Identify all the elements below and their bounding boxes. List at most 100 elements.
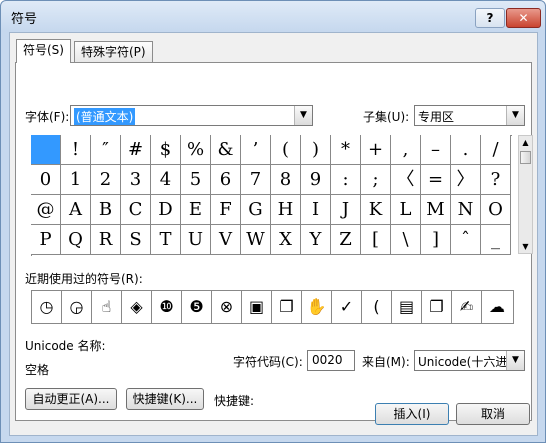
symbol-cell[interactable]: J xyxy=(331,195,361,225)
symbol-cell[interactable]: 0 xyxy=(31,165,61,195)
symbol-cell[interactable]: N xyxy=(451,195,481,225)
symbol-cell[interactable]: S xyxy=(121,225,151,255)
symbol-cell[interactable]: X xyxy=(271,225,301,255)
symbol-cell[interactable]: 〈 xyxy=(391,165,421,195)
recent-symbol[interactable]: ❺ xyxy=(182,291,212,323)
chevron-down-icon[interactable]: ▼ xyxy=(294,106,312,125)
symbol-cell[interactable]: ) xyxy=(301,135,331,165)
symbol-cell[interactable]: = xyxy=(421,165,451,195)
symbol-cell[interactable]: Z xyxy=(331,225,361,255)
symbol-cell[interactable]: 8 xyxy=(271,165,301,195)
cancel-button[interactable]: 取消 xyxy=(456,403,530,425)
tab-special-characters[interactable]: 特殊字符(P) xyxy=(74,41,153,63)
recent-symbol[interactable]: ✍ xyxy=(452,291,482,323)
symbol-cell[interactable]: [ xyxy=(361,225,391,255)
recent-symbol[interactable]: ◈ xyxy=(122,291,152,323)
symbol-cell[interactable]: ? xyxy=(481,165,511,195)
chevron-down-icon[interactable]: ▼ xyxy=(506,106,524,125)
symbol-cell[interactable]: L xyxy=(391,195,421,225)
symbol-cell[interactable]: # xyxy=(121,135,151,165)
symbol-cell[interactable]: ″ xyxy=(91,135,121,165)
insert-button[interactable]: 插入(I) xyxy=(375,403,449,425)
autocorrect-button[interactable]: 自动更正(A)... xyxy=(25,388,117,410)
symbol-cell[interactable]: \ xyxy=(391,225,421,255)
symbol-cell[interactable]: W xyxy=(241,225,271,255)
symbol-cell[interactable]: P xyxy=(31,225,61,255)
symbol-cell[interactable]: K xyxy=(361,195,391,225)
scroll-up-icon[interactable]: ▲ xyxy=(519,136,532,149)
recent-symbol[interactable]: ▤ xyxy=(392,291,422,323)
recent-symbol[interactable]: ✓ xyxy=(332,291,362,323)
symbol-cell[interactable]: . xyxy=(451,135,481,165)
symbol-dialog: 符号 ? ✕ 符号(S) 特殊字符(P) 字体(F): (普通文本) ▼ 子集(… xyxy=(0,0,546,443)
symbol-cell[interactable]: 9 xyxy=(301,165,331,195)
chevron-down-icon[interactable]: ▼ xyxy=(506,351,524,370)
symbol-cell[interactable]: _ xyxy=(481,225,511,255)
symbol-cell[interactable]: 4 xyxy=(151,165,181,195)
help-button[interactable]: ? xyxy=(475,8,505,28)
recent-symbol[interactable]: ❐ xyxy=(422,291,452,323)
symbol-cell[interactable]: R xyxy=(91,225,121,255)
symbol-cell[interactable]: Q xyxy=(61,225,91,255)
symbol-cell[interactable]: 5 xyxy=(181,165,211,195)
symbol-cell[interactable]: + xyxy=(361,135,391,165)
symbol-cell[interactable]: : xyxy=(331,165,361,195)
symbol-cell[interactable]: B xyxy=(91,195,121,225)
symbol-cell[interactable]: 1 xyxy=(61,165,91,195)
symbol-cell[interactable]: ! xyxy=(61,135,91,165)
symbol-cell[interactable]: D xyxy=(151,195,181,225)
symbol-cell[interactable]: 6 xyxy=(211,165,241,195)
symbol-cell[interactable]: E xyxy=(181,195,211,225)
tab-symbols[interactable]: 符号(S) xyxy=(16,39,71,63)
symbol-cell[interactable]: ˆ xyxy=(451,225,481,255)
recent-symbol[interactable]: ◷ xyxy=(32,291,62,323)
symbol-cell[interactable]: – xyxy=(421,135,451,165)
shortcut-key-button[interactable]: 快捷键(K)... xyxy=(126,388,204,410)
symbol-cell[interactable]: ; xyxy=(361,165,391,195)
scroll-down-icon[interactable]: ▼ xyxy=(519,240,532,253)
symbol-cell[interactable] xyxy=(31,135,61,165)
symbol-cell[interactable]: , xyxy=(391,135,421,165)
symbol-cell[interactable]: ] xyxy=(421,225,451,255)
recent-symbol[interactable]: ( xyxy=(362,291,392,323)
symbol-cell[interactable]: % xyxy=(181,135,211,165)
recent-symbol[interactable]: ❿ xyxy=(152,291,182,323)
symbol-cell[interactable]: @ xyxy=(31,195,61,225)
symbol-cell[interactable]: G xyxy=(241,195,271,225)
symbol-cell[interactable]: Y xyxy=(301,225,331,255)
recent-symbol[interactable]: ✋ xyxy=(302,291,332,323)
symbol-cell[interactable]: / xyxy=(481,135,511,165)
symbol-cell[interactable]: F xyxy=(211,195,241,225)
symbol-cell[interactable]: M xyxy=(421,195,451,225)
recent-symbol[interactable]: ☁ xyxy=(482,291,512,323)
symbol-cell[interactable]: A xyxy=(61,195,91,225)
recent-symbol[interactable]: ▣ xyxy=(242,291,272,323)
symbol-cell[interactable]: * xyxy=(331,135,361,165)
recent-symbol[interactable]: ☝ xyxy=(92,291,122,323)
close-button[interactable]: ✕ xyxy=(506,8,541,28)
recent-symbol[interactable]: ◶ xyxy=(62,291,92,323)
recent-symbol[interactable]: ⊗ xyxy=(212,291,242,323)
from-select[interactable]: Unicode(十六进 ▼ xyxy=(414,350,525,371)
symbol-cell[interactable]: T xyxy=(151,225,181,255)
symbol-cell[interactable]: & xyxy=(211,135,241,165)
symbol-cell[interactable]: $ xyxy=(151,135,181,165)
symbol-cell[interactable]: 〉 xyxy=(451,165,481,195)
symbol-cell[interactable]: U xyxy=(181,225,211,255)
symbol-cell[interactable]: I xyxy=(301,195,331,225)
recent-symbol[interactable]: ❐ xyxy=(272,291,302,323)
symbol-cell[interactable]: 7 xyxy=(241,165,271,195)
font-select[interactable]: (普通文本) ▼ xyxy=(70,105,313,126)
symbol-cell[interactable]: 2 xyxy=(91,165,121,195)
symbol-cell[interactable]: C xyxy=(121,195,151,225)
char-code-input[interactable]: 0020 xyxy=(307,350,355,371)
symbol-grid-scrollbar[interactable]: ▲ ▼ xyxy=(518,135,533,254)
symbol-cell[interactable]: V xyxy=(211,225,241,255)
symbol-cell[interactable]: H xyxy=(271,195,301,225)
symbol-cell[interactable]: O xyxy=(481,195,511,225)
symbol-cell[interactable]: 3 xyxy=(121,165,151,195)
subset-select[interactable]: 专用区 ▼ xyxy=(414,105,525,126)
scrollbar-thumb[interactable] xyxy=(520,151,531,164)
symbol-cell[interactable]: ’ xyxy=(241,135,271,165)
symbol-cell[interactable]: ( xyxy=(271,135,301,165)
